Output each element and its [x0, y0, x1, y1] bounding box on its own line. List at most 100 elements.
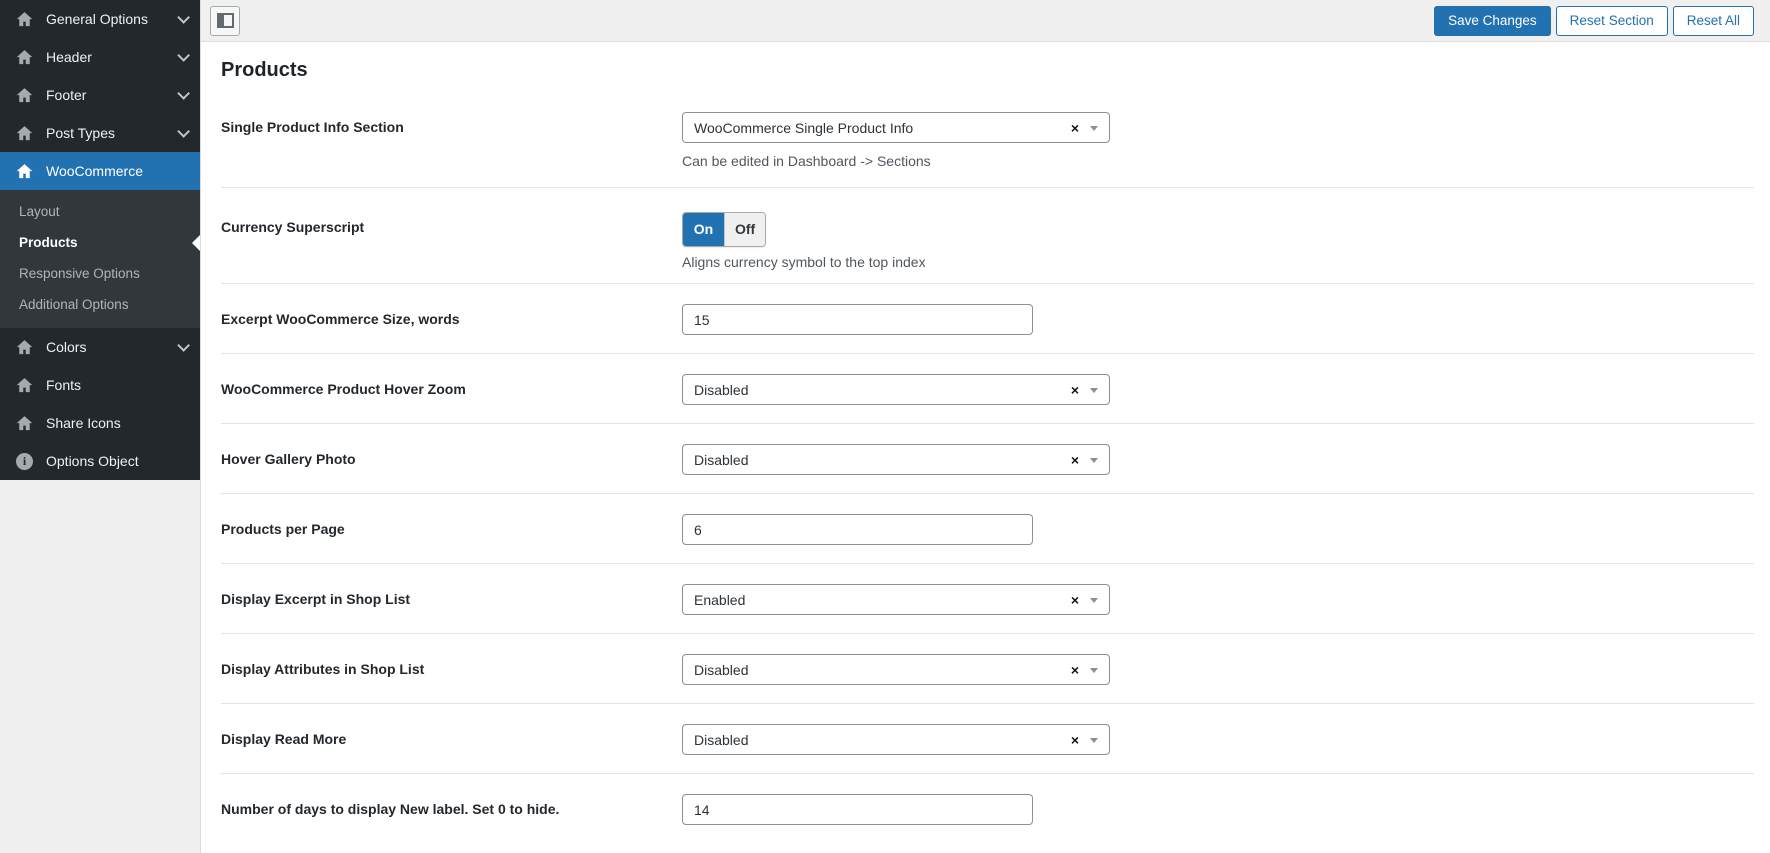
- chevron-down-icon: [1090, 125, 1098, 135]
- topbar: Save Changes Reset Section Reset All: [201, 0, 1770, 42]
- woocommerce-submenu: Layout Products Responsive Options Addition…: [0, 190, 200, 328]
- collapse-sidebar-button[interactable]: [210, 5, 240, 36]
- chevron-down-icon: [177, 124, 190, 138]
- clear-icon[interactable]: ×: [1071, 733, 1079, 747]
- sidebar-item-header[interactable]: Header: [0, 38, 200, 76]
- toggle-on-button[interactable]: On: [683, 213, 724, 246]
- display-excerpt-in-shop-list-select[interactable]: Enabled ×: [682, 584, 1110, 615]
- field-control: Disabled ×: [682, 654, 1754, 685]
- field-helper: Aligns currency symbol to the top index: [682, 254, 926, 270]
- chevron-down-icon: [177, 48, 190, 62]
- clear-icon[interactable]: ×: [1071, 453, 1079, 467]
- sidebar-item-woocommerce[interactable]: WooCommerce: [0, 152, 200, 190]
- currency-superscript-toggle: On Off: [682, 212, 767, 247]
- field-label: WooCommerce Product Hover Zoom: [221, 381, 466, 397]
- sidebar-item-label: Footer: [46, 87, 87, 103]
- home-icon: [15, 338, 34, 357]
- form-row: Excerpt WooCommerce Size, words: [221, 283, 1754, 353]
- settings-content: Products Single Product Info Section WooC…: [201, 42, 1770, 853]
- field-control: WooCommerce Single Product Info × Can be e…: [682, 112, 1754, 170]
- form-row: Single Product Info Section WooCommerce S…: [221, 84, 1754, 187]
- form-row: Number of days to display New label. Set…: [221, 773, 1754, 853]
- chevron-down-icon: [177, 10, 190, 24]
- field-label: Hover Gallery Photo: [221, 451, 356, 467]
- select-value: Disabled: [694, 381, 749, 398]
- chevron-down-icon: [1090, 387, 1098, 397]
- field-label: Products per Page: [221, 521, 345, 537]
- main-panel: Save Changes Reset Section Reset All Produ…: [200, 0, 1770, 853]
- select-value: Disabled: [694, 731, 749, 748]
- field-label: Display Read More: [221, 731, 347, 747]
- select-value: WooCommerce Single Product Info: [694, 119, 914, 136]
- hover-gallery-photo-select[interactable]: Disabled ×: [682, 444, 1110, 475]
- select-value: Enabled: [694, 591, 746, 608]
- chevron-down-icon: [177, 86, 190, 100]
- field-control: [682, 794, 1754, 825]
- sidebar-subitem-layout[interactable]: Layout: [0, 196, 200, 227]
- sidebar-item-share-icons[interactable]: Share Icons: [0, 404, 200, 442]
- sidebar-item-label: WooCommerce: [46, 163, 143, 179]
- sidebar-item-footer[interactable]: Footer: [0, 76, 200, 114]
- sidebar-item-label: Options Object: [46, 453, 139, 469]
- info-icon: i: [15, 452, 34, 471]
- products-per-page-input[interactable]: [682, 514, 1033, 545]
- sidebar-item-colors[interactable]: Colors: [0, 328, 200, 366]
- clear-icon[interactable]: ×: [1071, 383, 1079, 397]
- field-control: Enabled ×: [682, 584, 1754, 615]
- form-row: Hover Gallery Photo Disabled ×: [221, 423, 1754, 493]
- sidebar-item-general-options[interactable]: General Options: [0, 0, 200, 38]
- number-of-days-to-display-new-label-set-0-to-hide-input[interactable]: [682, 794, 1033, 825]
- field-control: Disabled ×: [682, 724, 1754, 755]
- woocommerce-product-hover-zoom-select[interactable]: Disabled ×: [682, 374, 1110, 405]
- chevron-down-icon: [177, 338, 190, 352]
- home-icon: [15, 48, 34, 67]
- home-icon: [15, 124, 34, 143]
- select-value: Disabled: [694, 451, 749, 468]
- field-helper: Can be edited in Dashboard -> Sections: [682, 153, 931, 169]
- single-product-info-section-select[interactable]: WooCommerce Single Product Info ×: [682, 112, 1110, 143]
- chevron-down-icon: [1090, 597, 1098, 607]
- settings-form: Single Product Info Section WooCommerce S…: [221, 84, 1754, 853]
- options-sidebar: General Options Header Footer Post Types Woo…: [0, 0, 200, 853]
- chevron-down-icon: [1090, 457, 1098, 467]
- sidebar-subitem-additional-options[interactable]: Additional Options: [0, 289, 200, 320]
- sidebar-item-label: General Options: [46, 11, 148, 27]
- form-row: Currency Superscript On Off Aligns currency…: [221, 187, 1754, 283]
- excerpt-woocommerce-size-words-input[interactable]: [682, 304, 1033, 335]
- field-control: On Off Aligns currency symbol to the top i…: [682, 212, 1754, 271]
- toggle-off-button[interactable]: Off: [724, 213, 766, 246]
- field-label: Single Product Info Section: [221, 119, 404, 135]
- display-attributes-in-shop-list-select[interactable]: Disabled ×: [682, 654, 1110, 685]
- select-value: Disabled: [694, 661, 749, 678]
- chevron-down-icon: [1090, 667, 1098, 677]
- reset-all-button[interactable]: Reset All: [1672, 5, 1754, 36]
- clear-icon[interactable]: ×: [1071, 121, 1079, 135]
- sidebar-item-post-types[interactable]: Post Types: [0, 114, 200, 152]
- active-item-arrow: [192, 234, 200, 251]
- field-control: Disabled ×: [682, 444, 1754, 475]
- sidebar-item-fonts[interactable]: Fonts: [0, 366, 200, 404]
- form-row: Display Excerpt in Shop List Enabled ×: [221, 563, 1754, 633]
- field-control: [682, 514, 1754, 545]
- sidebar-item-label: Share Icons: [46, 415, 121, 431]
- field-label: Currency Superscript: [221, 219, 365, 235]
- field-label: Display Attributes in Shop List: [221, 661, 425, 677]
- home-icon: [15, 162, 34, 181]
- sidebar-subitem-responsive-options[interactable]: Responsive Options: [0, 258, 200, 289]
- page-title: Products: [221, 59, 308, 81]
- reset-section-button[interactable]: Reset Section: [1555, 5, 1668, 36]
- form-row: WooCommerce Product Hover Zoom Disabled ×: [221, 353, 1754, 423]
- sidebar-item-label: Post Types: [46, 125, 116, 141]
- form-row: Display Read More Disabled ×: [221, 703, 1754, 773]
- form-row: Products per Page: [221, 493, 1754, 563]
- display-read-more-select[interactable]: Disabled ×: [682, 724, 1110, 755]
- app-window: General Options Header Footer Post Types Woo…: [0, 0, 1770, 853]
- sidebar-subitem-products[interactable]: Products: [0, 227, 200, 258]
- save-changes-button[interactable]: Save Changes: [1434, 5, 1551, 36]
- clear-icon[interactable]: ×: [1071, 663, 1079, 677]
- form-row: Display Attributes in Shop List Disabled ×: [221, 633, 1754, 703]
- sidebar-menu: General Options Header Footer Post Types Woo…: [0, 0, 200, 480]
- home-icon: [15, 10, 34, 29]
- sidebar-item-options-object[interactable]: i Options Object: [0, 442, 200, 480]
- clear-icon[interactable]: ×: [1071, 593, 1079, 607]
